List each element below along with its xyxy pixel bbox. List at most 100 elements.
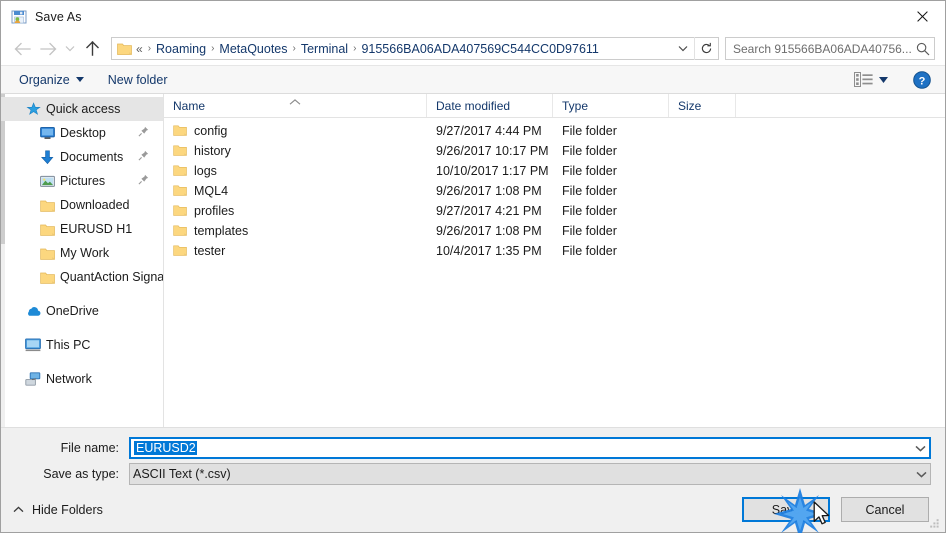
dialog-footer: Hide Folders Save Cancel bbox=[1, 489, 945, 532]
resize-grip-icon[interactable] bbox=[928, 516, 941, 529]
sidebar-item-downloaded[interactable]: Downloaded bbox=[1, 193, 163, 217]
breadcrumb-item-metaquotes[interactable]: MetaQuotes bbox=[216, 42, 290, 56]
refresh-button[interactable] bbox=[694, 37, 718, 60]
sidebar-item-desktop[interactable]: Desktop bbox=[1, 121, 163, 145]
table-row[interactable]: config 9/27/2017 4:44 PM File folder bbox=[164, 121, 945, 141]
sidebar-item-label: OneDrive bbox=[46, 304, 99, 318]
cell-type: File folder bbox=[562, 124, 617, 138]
column-header-size[interactable]: Size bbox=[669, 94, 736, 117]
sidebar-item-my-work[interactable]: My Work bbox=[1, 241, 163, 265]
folder-icon bbox=[39, 245, 55, 261]
address-bar[interactable]: « › Roaming › MetaQuotes › Terminal › 91… bbox=[111, 37, 719, 60]
breadcrumb-separator: › bbox=[147, 43, 152, 54]
file-name: config bbox=[194, 124, 228, 138]
star-icon bbox=[25, 101, 41, 117]
sidebar-item-label: Network bbox=[46, 372, 92, 386]
hide-folders-label: Hide Folders bbox=[32, 502, 103, 517]
folder-icon bbox=[39, 221, 55, 237]
pin-icon[interactable] bbox=[138, 126, 149, 140]
caret-down-icon bbox=[75, 77, 84, 82]
caret-down-icon bbox=[879, 76, 888, 83]
cell-type: File folder bbox=[562, 204, 617, 218]
sidebar-item-label: Desktop bbox=[60, 126, 106, 140]
save-button[interactable]: Save bbox=[742, 497, 830, 522]
breadcrumb-item-roaming[interactable]: Roaming bbox=[153, 42, 209, 56]
table-row[interactable]: tester 10/4/2017 1:35 PM File folder bbox=[164, 241, 945, 261]
file-name: templates bbox=[194, 224, 249, 238]
help-icon: ? bbox=[913, 70, 931, 89]
breadcrumb-item-terminal[interactable]: Terminal bbox=[298, 42, 351, 56]
back-arrow-icon bbox=[14, 42, 31, 55]
organize-label: Organize bbox=[19, 72, 70, 87]
table-row[interactable]: history 9/26/2017 10:17 PM File folder bbox=[164, 141, 945, 161]
close-button[interactable] bbox=[899, 1, 945, 32]
table-row[interactable]: profiles 9/27/2017 4:21 PM File folder bbox=[164, 201, 945, 221]
sidebar-item-network[interactable]: Network bbox=[1, 367, 163, 391]
change-view-button[interactable] bbox=[851, 72, 891, 87]
chevron-down-icon[interactable] bbox=[911, 445, 929, 452]
sidebar-item-quantaction-signal[interactable]: QuantAction Signal bbox=[1, 265, 163, 289]
file-name-text: EURUSD2 bbox=[134, 441, 197, 455]
save-form: File name: EURUSD2 Save as type: ASCII T… bbox=[1, 427, 945, 489]
breadcrumb-prefix[interactable]: « bbox=[136, 42, 146, 56]
breadcrumb: « › Roaming › MetaQuotes › Terminal › 91… bbox=[136, 42, 672, 56]
folder-icon bbox=[173, 224, 187, 239]
save-as-type-select[interactable]: ASCII Text (*.csv) bbox=[129, 463, 931, 485]
sidebar-item-quick-access[interactable]: Quick access bbox=[1, 97, 163, 121]
file-name: MQL4 bbox=[194, 184, 229, 198]
pictures-icon bbox=[39, 173, 55, 189]
column-header-label: Size bbox=[678, 98, 702, 113]
cell-type: File folder bbox=[562, 184, 617, 198]
navigation-sidebar: Quick access Desktop Documents Pictures … bbox=[1, 94, 164, 427]
breadcrumb-item-terminal-id[interactable]: 915566BA06ADA407569C544CC0D97611 bbox=[358, 42, 601, 56]
address-dropdown-button[interactable] bbox=[672, 38, 694, 59]
table-row[interactable]: logs 10/10/2017 1:17 PM File folder bbox=[164, 161, 945, 181]
sidebar-item-label: My Work bbox=[60, 246, 110, 260]
refresh-icon bbox=[701, 42, 712, 54]
breadcrumb-separator: › bbox=[353, 43, 357, 54]
folder-icon bbox=[39, 197, 55, 213]
sidebar-item-label: QuantAction Signal bbox=[60, 270, 164, 284]
help-button[interactable]: ? bbox=[913, 70, 931, 89]
sidebar-item-label: Quick access bbox=[46, 102, 121, 116]
column-header-name[interactable]: Name bbox=[164, 94, 427, 117]
cell-date-modified: 9/27/2017 4:44 PM bbox=[436, 124, 542, 138]
column-header-label: Date modified bbox=[436, 98, 511, 113]
up-arrow-icon bbox=[85, 41, 99, 56]
forward-arrow-icon bbox=[39, 42, 56, 55]
search-box[interactable] bbox=[725, 37, 935, 60]
hide-folders-button[interactable]: Hide Folders bbox=[13, 503, 103, 517]
forward-button[interactable] bbox=[35, 36, 61, 62]
file-list-panel: Name Date modified Type Size config 9/27… bbox=[164, 94, 945, 427]
onedrive-icon bbox=[25, 303, 41, 319]
chevron-down-icon[interactable] bbox=[912, 471, 930, 478]
documents-icon bbox=[39, 149, 55, 165]
sidebar-item-label: Pictures bbox=[60, 174, 106, 188]
sidebar-item-this-pc[interactable]: This PC bbox=[1, 333, 163, 357]
cell-name: templates bbox=[164, 224, 427, 239]
new-folder-button[interactable]: New folder bbox=[104, 66, 172, 93]
sidebar-item-pictures[interactable]: Pictures bbox=[1, 169, 163, 193]
pin-icon[interactable] bbox=[138, 150, 149, 164]
file-name-value[interactable]: EURUSD2 bbox=[131, 441, 911, 455]
sidebar-item-onedrive[interactable]: OneDrive bbox=[1, 299, 163, 323]
cell-date-modified: 9/26/2017 10:17 PM bbox=[436, 144, 549, 158]
sidebar-item-documents[interactable]: Documents bbox=[1, 145, 163, 169]
cell-name: profiles bbox=[164, 204, 427, 219]
column-header-type[interactable]: Type bbox=[553, 94, 669, 117]
up-button[interactable] bbox=[79, 36, 105, 62]
search-input[interactable] bbox=[733, 41, 916, 56]
cancel-button[interactable]: Cancel bbox=[841, 497, 929, 522]
file-name-input[interactable]: EURUSD2 bbox=[129, 437, 931, 459]
table-row[interactable]: MQL4 9/26/2017 1:08 PM File folder bbox=[164, 181, 945, 201]
pin-icon[interactable] bbox=[138, 174, 149, 188]
table-row[interactable]: templates 9/26/2017 1:08 PM File folder bbox=[164, 221, 945, 241]
svg-text:?: ? bbox=[919, 75, 926, 87]
back-button[interactable] bbox=[9, 36, 35, 62]
recent-locations-button[interactable] bbox=[61, 36, 79, 62]
sidebar-item-eurusd-h1[interactable]: EURUSD H1 bbox=[1, 217, 163, 241]
organize-button[interactable]: Organize bbox=[15, 66, 88, 93]
column-header-date-modified[interactable]: Date modified bbox=[427, 94, 553, 117]
